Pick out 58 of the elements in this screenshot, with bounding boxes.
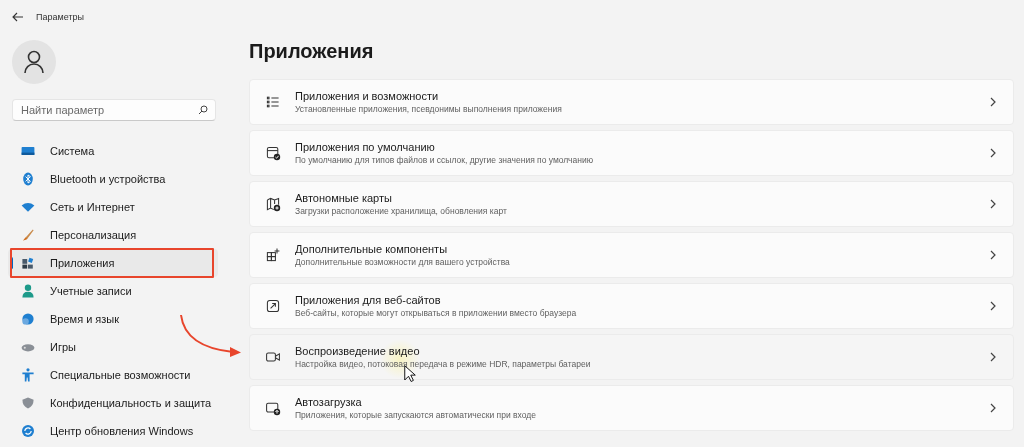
list-icon <box>265 94 281 110</box>
chevron-icon <box>989 148 997 158</box>
chevron-icon <box>989 403 997 413</box>
nav-item[interactable]: Сеть и Интернет <box>8 193 218 221</box>
update-icon <box>20 423 36 439</box>
settings-card[interactable]: Дополнительные компоненты Дополнительные возможности для вашего устройства <box>249 232 1014 278</box>
accessibility-icon <box>20 367 36 383</box>
globe-icon <box>20 311 36 327</box>
settings-card[interactable]: Автономные карты Загрузки расположение хранилища, обновления карт <box>249 181 1014 227</box>
card-description: По умолчанию для типов файлов и ссылок, другие значения по умолчанию <box>295 155 595 165</box>
shield-icon <box>20 395 36 411</box>
back-icon[interactable] <box>12 12 24 22</box>
nav-item[interactable]: Персонализация <box>8 221 218 249</box>
calendar-check-icon <box>265 145 281 161</box>
chevron-icon <box>989 97 997 107</box>
card-title: Приложения и возможности <box>295 90 440 102</box>
nav-item[interactable]: Конфиденциальность и защита <box>8 389 218 417</box>
apps-icon <box>20 255 36 271</box>
person-icon <box>20 283 36 299</box>
chevron-icon <box>989 352 997 362</box>
settings-card[interactable]: Приложения и возможности Установленные приложения, псевдонимы выполнения приложения <box>249 79 1014 125</box>
card-description: Приложения, которые запускаются автоматически при входе <box>295 410 537 420</box>
nav-item[interactable]: Система <box>8 137 218 165</box>
grid-plus-icon <box>265 247 281 263</box>
card-title: Приложения по умолчанию <box>295 141 436 153</box>
card-description: Веб-сайты, которые могут открываться в приложении вместо браузера <box>295 308 578 318</box>
card-title: Автономные карты <box>295 192 393 204</box>
settings-card[interactable]: Воспроизведение видео Настройка видео, потоковая передача в режиме HDR, параметры батареи <box>249 334 1014 380</box>
search-field[interactable]: Найти параметр <box>12 99 216 121</box>
window-plus-icon <box>265 400 281 416</box>
card-title: Дополнительные компоненты <box>295 243 449 255</box>
settings-card[interactable]: Автозагрузка Приложения, которые запускаются автоматически при входе <box>249 385 1014 431</box>
chevron-icon <box>989 199 997 209</box>
page-title: Приложения <box>249 40 375 63</box>
card-title: Приложения для веб-сайтов <box>295 294 442 306</box>
person-icon <box>23 50 45 74</box>
card-title: Воспроизведение видео <box>295 345 421 357</box>
chevron-icon <box>989 301 997 311</box>
card-description: Установленные приложения, псевдонимы выполнения приложения <box>295 104 563 114</box>
card-description: Дополнительные возможности для вашего устройства <box>295 257 511 267</box>
nav-item[interactable]: Специальные возможности <box>8 361 218 389</box>
nav-item[interactable]: Время и язык <box>8 305 218 333</box>
map-plus-icon <box>265 196 281 212</box>
settings-card[interactable]: Приложения по умолчанию По умолчанию для типов файлов и ссылок, другие значения по умолчанию <box>249 130 1014 176</box>
card-description: Загрузки расположение хранилища, обновления карт <box>295 206 508 216</box>
search-icon[interactable] <box>198 105 208 115</box>
avatar[interactable] <box>12 40 56 84</box>
nav-item[interactable]: Центр обновления Windows <box>8 417 218 445</box>
chevron-icon <box>989 250 997 260</box>
nav-item[interactable]: Bluetooth и устройства <box>8 165 218 193</box>
bluetooth-icon <box>20 171 36 187</box>
card-title: Автозагрузка <box>295 396 363 408</box>
nav-item[interactable]: Учетные записи <box>8 277 218 305</box>
card-description: Настройка видео, потоковая передача в режиме HDR, параметры батареи <box>295 359 592 369</box>
nav-item[interactable]: Игры <box>8 333 218 361</box>
settings-card[interactable]: Приложения для веб-сайтов Веб-сайты, которые могут открываться в приложении вместо браузера <box>249 283 1014 329</box>
window-title: Параметры <box>36 12 84 22</box>
video-camera-icon <box>265 349 281 365</box>
